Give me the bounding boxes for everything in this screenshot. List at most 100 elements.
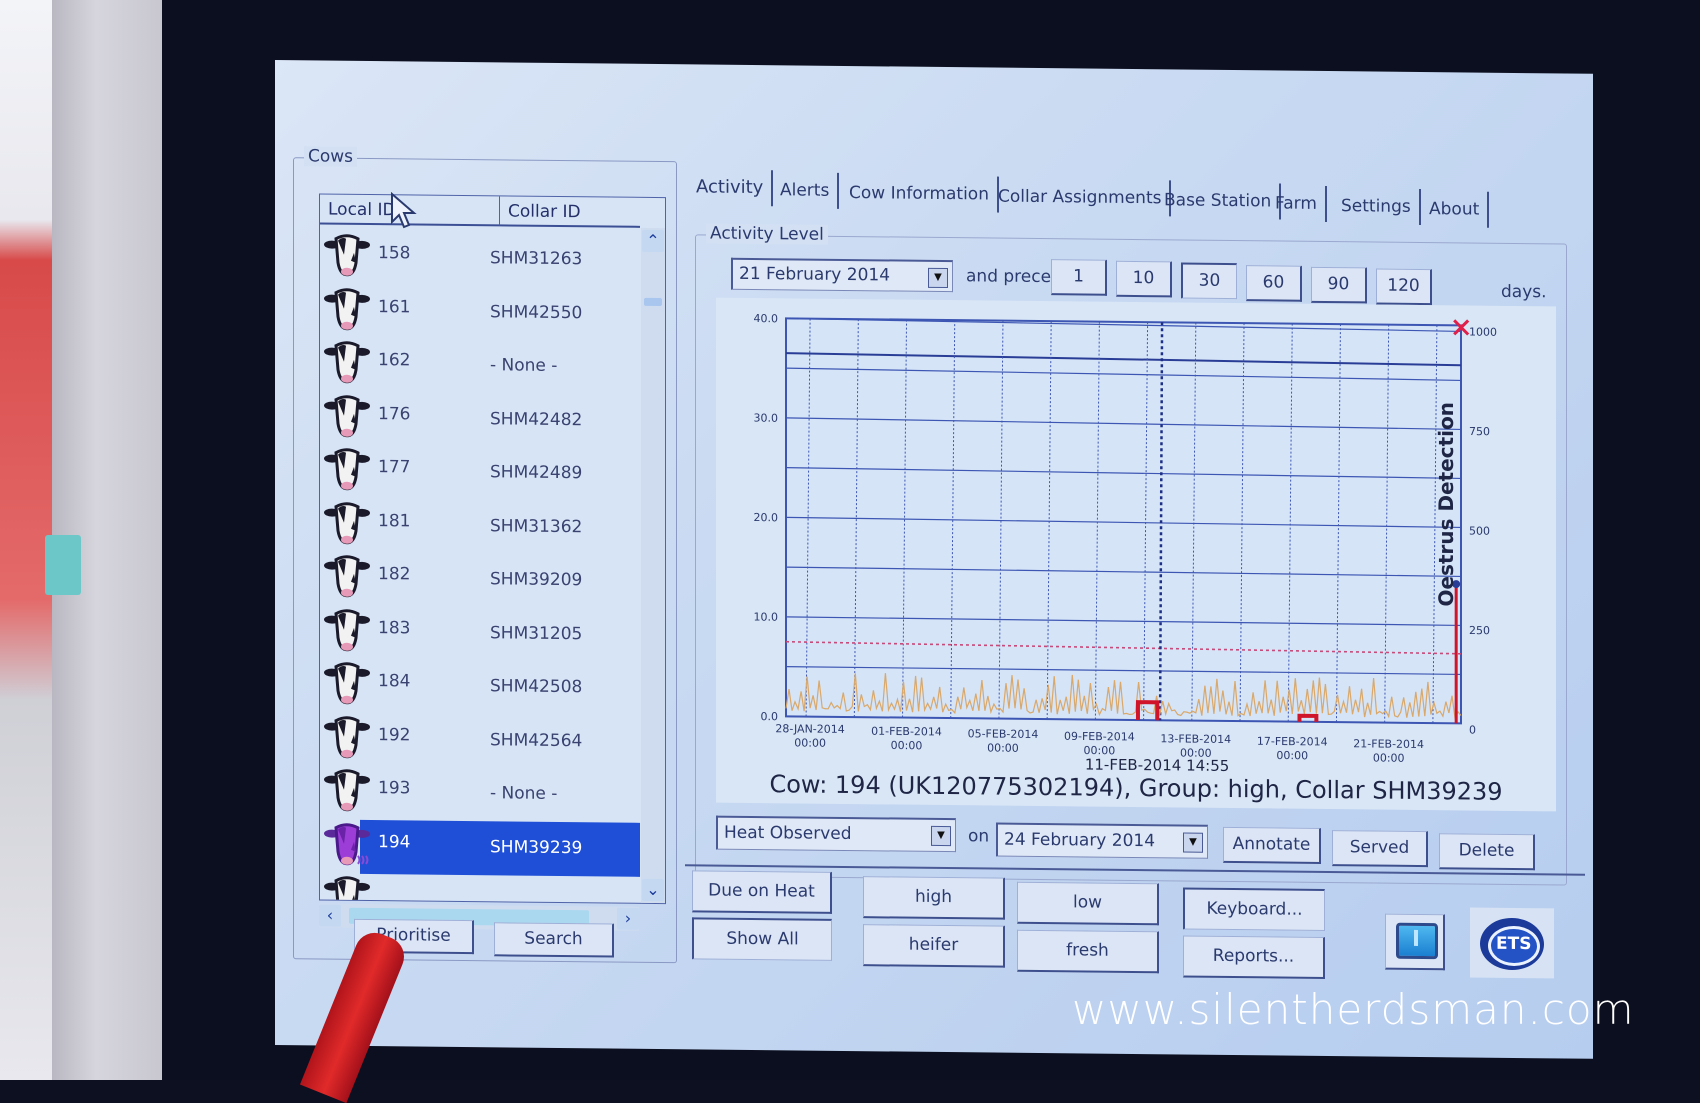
alert-monitor-button[interactable]	[1385, 913, 1445, 971]
vertical-scrollbar[interactable]: ⌃ ⌄	[641, 227, 665, 904]
tab-base-station[interactable]: Base Station	[1156, 182, 1282, 220]
days-button-90[interactable]: 90	[1311, 266, 1367, 304]
activity-level-group: Activity Level 21 February 2014 ▼ and pr…	[695, 223, 1567, 886]
cow-head-icon	[324, 769, 370, 812]
column-header-collar-id[interactable]: Collar ID	[500, 196, 640, 228]
days-button-30[interactable]: 30	[1181, 262, 1237, 300]
collar-id: SHM42564	[490, 729, 583, 751]
activity-chart-svg: 0.010.020.030.040.002505007501000Oestrus…	[754, 312, 1497, 775]
local-id: 193	[378, 778, 411, 799]
mouse-pointer-icon	[391, 192, 417, 229]
days-button-1[interactable]: 1	[1051, 259, 1107, 296]
reports-button[interactable]: Reports...	[1183, 935, 1325, 979]
days-button-60[interactable]: 60	[1246, 264, 1302, 302]
local-id: 162	[378, 350, 411, 371]
scroll-left-button[interactable]: ‹	[319, 904, 341, 927]
y-tick-left: 30.0	[754, 412, 778, 425]
tab-collar-assignments[interactable]: Collar Assignments	[990, 178, 1172, 217]
x-tick-date: 28-JAN-2014	[775, 722, 844, 736]
y-tick-right: 0	[1469, 724, 1476, 737]
scroll-up-button[interactable]: ⌃	[642, 229, 664, 253]
scroll-right-button[interactable]: ›	[617, 907, 639, 930]
high-button[interactable]: high	[863, 876, 1005, 920]
cow-row[interactable]: 182 SHM39209	[320, 547, 640, 604]
tape-clip	[45, 535, 81, 595]
on-label: on	[968, 826, 990, 847]
x-tick-time: 00:00	[891, 739, 923, 752]
ets-logo-text: ETS	[1496, 933, 1532, 955]
x-tick-date: 01-FEB-2014	[871, 725, 942, 739]
cow-row[interactable]: 176 SHM42482	[320, 387, 640, 444]
scroll-thumb[interactable]	[644, 297, 662, 307]
cow-head-icon	[324, 662, 370, 705]
dropdown-arrow-icon[interactable]: ▼	[1183, 832, 1203, 853]
y-tick-right: 500	[1469, 525, 1490, 538]
tab-activity[interactable]: Activity	[688, 169, 774, 207]
x-tick-date: 13-FEB-2014	[1160, 732, 1231, 746]
cows-list[interactable]: Local ID Collar ID 158 SHM31263 161 SHM425…	[319, 193, 666, 905]
keyboard-button[interactable]: Keyboard...	[1183, 887, 1325, 931]
due-on-heat-button[interactable]: Due on Heat	[692, 870, 832, 914]
cow-head-icon	[324, 234, 370, 277]
collar-id: SHM42489	[490, 462, 583, 484]
oestrus-detection-axis-label: Oestrus Detection	[1434, 402, 1458, 607]
fresh-button[interactable]: fresh	[1017, 929, 1159, 974]
tab-alerts[interactable]: Alerts	[772, 172, 840, 209]
search-button[interactable]: Search	[494, 922, 614, 958]
served-button[interactable]: Served	[1332, 830, 1428, 868]
tab-farm[interactable]: Farm	[1267, 185, 1327, 223]
cow-row[interactable]: 181 SHM31362	[320, 494, 640, 551]
y-tick-left: 10.0	[754, 611, 778, 624]
cow-row[interactable]: 162 - None -	[320, 333, 640, 390]
days-button-10[interactable]: 10	[1116, 260, 1172, 298]
cow-row[interactable]: 192 SHM42564	[320, 708, 640, 765]
cow-head-icon	[324, 448, 370, 491]
monitor-alert-icon	[1396, 922, 1438, 960]
dropdown-arrow-icon[interactable]: ▼	[928, 267, 948, 289]
date-select[interactable]: 21 February 2014 ▼	[731, 257, 953, 293]
cow-row-selected[interactable]: 194 SHM39239	[320, 815, 640, 877]
app-window: Cows Local ID Collar ID 158 SHM31263 161 S…	[275, 60, 1593, 1059]
delete-button[interactable]: Delete	[1439, 833, 1535, 871]
cow-row[interactable]: 161 SHM42550	[320, 280, 640, 337]
cow-row[interactable]: 158 SHM31263	[320, 226, 640, 283]
cow-row[interactable]: 183 SHM31205	[320, 601, 640, 658]
ets-logo: ETS	[1470, 907, 1554, 979]
cow-head-icon	[324, 501, 370, 544]
scroll-down-button[interactable]: ⌄	[642, 878, 664, 902]
x-tick-date: 21-FEB-2014	[1353, 737, 1424, 751]
cow-head-icon	[324, 394, 370, 437]
cow-row[interactable]: 193 - None -	[320, 761, 640, 818]
cows-group: Cows Local ID Collar ID 158 SHM31263 161 S…	[293, 146, 677, 964]
event-type-select[interactable]: Heat Observed ▼	[716, 815, 956, 853]
show-all-button[interactable]: Show All	[692, 917, 832, 961]
event-date-select[interactable]: 24 February 2014 ▼	[996, 822, 1208, 859]
event-type-value: Heat Observed	[724, 822, 852, 845]
dropdown-arrow-icon[interactable]: ▼	[931, 825, 951, 847]
cow-head-icon	[324, 876, 370, 905]
days-button-120[interactable]: 120	[1376, 268, 1432, 306]
tab-settings[interactable]: Settings	[1333, 188, 1421, 225]
tab-cow-information[interactable]: Cow Information	[841, 174, 999, 213]
y-tick-left: 20.0	[754, 511, 778, 524]
x-tick-date: 17-FEB-2014	[1257, 735, 1328, 749]
low-button[interactable]: low	[1017, 881, 1159, 926]
cow-row-partial[interactable]	[320, 868, 640, 905]
days-label: days.	[1501, 281, 1547, 303]
cow-row[interactable]: 177 SHM42489	[320, 440, 640, 497]
local-id: 184	[378, 671, 411, 692]
tab-about[interactable]: About	[1421, 191, 1490, 228]
local-id: 194	[378, 831, 411, 852]
tab-bar: Activity Alerts Cow Information Collar Assi…	[680, 169, 1580, 228]
x-tick-time: 00:00	[1276, 749, 1308, 762]
y-tick-left: 40.0	[754, 312, 778, 325]
cow-row[interactable]: 184 SHM42508	[320, 654, 640, 711]
y-tick-right: 250	[1469, 624, 1490, 637]
website-watermark: www.silentherdsman.com	[1072, 985, 1635, 1034]
local-id: 183	[378, 617, 411, 638]
event-date-value: 24 February 2014	[1004, 829, 1156, 852]
collar-id: SHM42550	[490, 301, 583, 323]
heifer-button[interactable]: heifer	[863, 924, 1005, 968]
collar-id: SHM31263	[490, 248, 583, 270]
annotate-button[interactable]: Annotate	[1223, 826, 1321, 864]
